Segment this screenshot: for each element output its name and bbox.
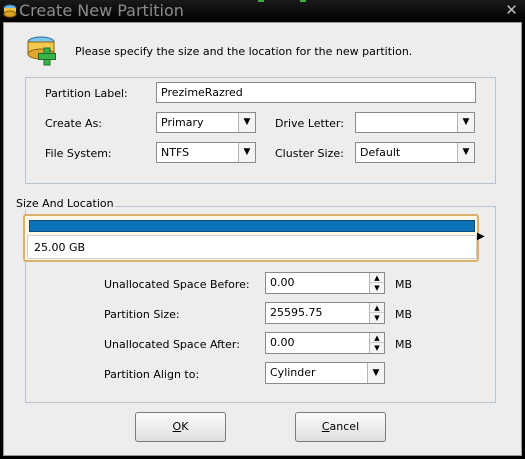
- spin-up-icon[interactable]: ▲: [370, 273, 384, 283]
- create-as-select[interactable]: Primary ▼: [156, 112, 256, 133]
- partition-size-spinner[interactable]: 25595.75 ▲ ▼: [265, 302, 385, 324]
- cluster-size-select[interactable]: Default ▼: [355, 142, 475, 163]
- spinner-buttons: ▲ ▼: [369, 303, 384, 323]
- unallocated-before-spinner[interactable]: 0.00 ▲ ▼: [265, 272, 385, 294]
- spinner-buttons: ▲ ▼: [369, 333, 384, 353]
- file-system-label: File System:: [45, 147, 112, 160]
- create-as-value: Primary: [161, 116, 204, 129]
- create-partition-dialog: Please specify the size and the location…: [3, 22, 522, 456]
- chevron-down-icon[interactable]: ▼: [367, 363, 384, 383]
- app-icon: [3, 4, 17, 18]
- chevron-down-icon[interactable]: ▼: [457, 143, 474, 162]
- window-title: Create New Partition: [19, 1, 184, 20]
- unallocated-after-spinner[interactable]: 0.00 ▲ ▼: [265, 332, 385, 354]
- chevron-down-icon[interactable]: ▼: [457, 113, 474, 132]
- size-location-title: Size And Location: [15, 197, 115, 210]
- spin-down-icon[interactable]: ▼: [370, 283, 384, 293]
- ok-button[interactable]: OK: [135, 412, 226, 442]
- file-system-select[interactable]: NTFS ▼: [156, 142, 256, 163]
- unallocated-after-value: 0.00: [270, 336, 295, 349]
- drive-letter-select[interactable]: ▼: [355, 112, 475, 133]
- instruction-text: Please specify the size and the location…: [75, 45, 413, 58]
- chevron-down-icon[interactable]: ▼: [238, 143, 255, 162]
- partition-align-label: Partition Align to:: [104, 368, 200, 381]
- right-resize-handle-icon[interactable]: ▶: [477, 231, 485, 242]
- title-bar: Create New Partition ✕: [0, 0, 525, 22]
- spin-up-icon[interactable]: ▲: [370, 333, 384, 343]
- partition-size-value: 25595.75: [270, 306, 323, 319]
- spin-down-icon[interactable]: ▼: [370, 313, 384, 323]
- partition-align-select[interactable]: Cylinder ▼: [265, 362, 385, 384]
- titlebar-marker: [258, 0, 264, 2]
- close-icon[interactable]: ✕: [501, 1, 522, 20]
- cluster-size-label: Cluster Size:: [275, 147, 344, 160]
- cluster-size-value: Default: [360, 146, 401, 159]
- spin-down-icon[interactable]: ▼: [370, 343, 384, 353]
- spinner-buttons: ▲ ▼: [369, 273, 384, 293]
- unit-label: MB: [395, 278, 413, 291]
- titlebar-marker: [300, 0, 306, 2]
- drive-letter-label: Drive Letter:: [275, 117, 344, 130]
- cancel-button[interactable]: Cancel: [295, 412, 386, 442]
- ok-label-rest: K: [181, 420, 189, 433]
- unit-label: MB: [395, 308, 413, 321]
- unallocated-after-label: Unallocated Space After:: [104, 338, 240, 351]
- unallocated-before-label: Unallocated Space Before:: [104, 278, 250, 291]
- partition-bar[interactable]: [29, 220, 475, 232]
- cancel-label-rest: ancel: [329, 420, 360, 433]
- file-system-value: NTFS: [161, 146, 190, 159]
- partition-label-input[interactable]: PrezimeRazred: [156, 82, 476, 103]
- partition-add-icon: [27, 36, 56, 66]
- chevron-down-icon[interactable]: ▼: [238, 113, 255, 132]
- create-as-label: Create As:: [45, 117, 103, 130]
- partition-size-display: 25.00 GB: [27, 235, 477, 259]
- spin-up-icon[interactable]: ▲: [370, 303, 384, 313]
- unit-label: MB: [395, 338, 413, 351]
- cancel-hotkey: C: [321, 420, 330, 433]
- unallocated-before-value: 0.00: [270, 276, 295, 289]
- ok-hotkey: O: [172, 420, 182, 433]
- partition-label-label: Partition Label:: [45, 87, 128, 100]
- partition-size-label: Partition Size:: [104, 308, 180, 321]
- partition-align-value: Cylinder: [270, 366, 316, 379]
